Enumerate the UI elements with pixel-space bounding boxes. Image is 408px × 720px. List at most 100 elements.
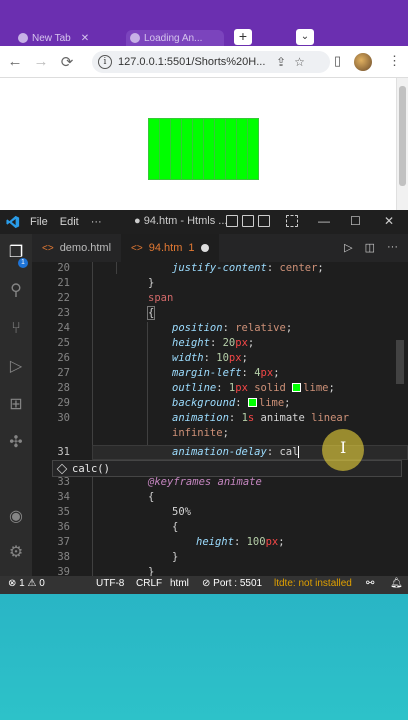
loading-bar — [181, 118, 193, 180]
vscode-titlebar: File Edit ··· ● 94.htm - Htmls ... — ☐ ✕ — [0, 210, 408, 234]
code-line: 33 @keyframes animate — [57, 476, 262, 488]
live-server-port[interactable]: ⊘ Port : 5501 — [202, 578, 262, 589]
page-viewport — [0, 78, 396, 210]
forward-button[interactable]: → — [30, 53, 52, 70]
search-icon[interactable]: ⚲ — [7, 282, 25, 300]
chrome-menu-icon[interactable]: ⋮ — [388, 53, 401, 69]
vscode-logo-icon — [6, 215, 20, 229]
share-icon[interactable]: ⇪ — [276, 55, 286, 69]
tab-94-htm[interactable]: <> 94.htm 1 — [121, 234, 219, 262]
code-line: 37 height: 100px; — [57, 536, 285, 548]
language-status[interactable]: html — [170, 578, 189, 589]
editor-tabs: <> demo.html <> 94.htm 1 ▷ ◫ ··· — [32, 234, 408, 262]
color-swatch[interactable] — [247, 398, 257, 407]
side-panel-icon[interactable]: ▯ — [334, 53, 341, 69]
notifications-bell-icon[interactable]: 🔔︎ — [390, 578, 403, 589]
html-file-icon: <> — [131, 242, 143, 254]
run-debug-icon[interactable]: ▷ — [7, 358, 25, 376]
tab-demo-html[interactable]: <> demo.html — [32, 234, 121, 262]
customize-layout-icon[interactable] — [286, 215, 298, 227]
extension-status[interactable]: ltdte: not installed — [274, 578, 352, 589]
reload-button[interactable]: ⟳ — [56, 53, 78, 71]
toggle-secondary-sidebar-icon[interactable] — [258, 215, 270, 227]
code-line: 35 50% — [57, 506, 191, 518]
extensions-icon[interactable]: ⊞ — [7, 396, 25, 414]
code-line: 39} — [57, 566, 155, 576]
profile-avatar[interactable] — [354, 53, 372, 71]
site-info-icon[interactable]: i — [98, 55, 112, 69]
tab-label: 94.htm — [148, 242, 183, 254]
code-line: 34{ — [57, 491, 155, 503]
code-line: 38} — [57, 551, 179, 563]
toggle-panel-icon[interactable] — [242, 215, 254, 227]
url-text[interactable]: 127.0.0.1:5501/Shorts%20H... — [118, 56, 268, 68]
tab-search-button[interactable]: ⌄ — [296, 29, 314, 45]
account-icon[interactable]: ◉ — [7, 508, 25, 526]
address-bar[interactable]: i 127.0.0.1:5501/Shorts%20H... ⇪ ☆ — [92, 51, 330, 73]
browser-tab-loading[interactable]: Loading An... — [126, 30, 224, 46]
loading-spinner-icon — [130, 33, 140, 43]
explorer-badge: 1 — [18, 258, 28, 268]
status-bar: ⊗ 1 ⚠ 0 UTF-8 CRLF html ⊘ Port : 5501 lt… — [0, 576, 408, 594]
bookmark-star-icon[interactable]: ☆ — [294, 55, 305, 69]
problems-status[interactable]: ⊗ 1 ⚠ 0 — [8, 578, 45, 589]
maximize-button[interactable]: ☐ — [350, 214, 361, 228]
source-control-icon[interactable]: ⑂ — [7, 320, 25, 338]
back-button[interactable]: ← — [4, 53, 26, 70]
menu-edit[interactable]: Edit — [60, 216, 79, 228]
loading-bar — [236, 118, 248, 180]
close-window-button[interactable]: ✕ — [384, 214, 394, 228]
code-line: 24 position: relative; — [57, 322, 293, 334]
tab-label: New Tab — [32, 32, 71, 44]
code-line: 21} — [57, 277, 155, 289]
menu-file[interactable]: File — [30, 216, 48, 228]
unsaved-dot-icon[interactable] — [200, 244, 209, 252]
color-swatch[interactable] — [292, 383, 302, 392]
loading-bar — [170, 118, 182, 180]
tab-label: Loading An... — [144, 32, 203, 44]
html-file-icon: <> — [42, 242, 54, 254]
code-line: 28 outline: 1px solid lime; — [57, 382, 335, 394]
code-line: 22 span — [57, 292, 174, 304]
settings-gear-icon[interactable]: ⚙ — [7, 544, 25, 562]
python-icon[interactable]: ✣ — [7, 434, 25, 452]
editor-scrollbar-thumb[interactable] — [396, 340, 404, 384]
feedback-icon[interactable]: ⚯ — [366, 578, 374, 589]
browser-tab-strip: New Tab ✕ Loading An... + ⌄ — [0, 28, 408, 46]
new-tab-button[interactable]: + — [234, 29, 252, 45]
minimize-button[interactable]: — — [318, 214, 330, 228]
code-line: 36{ — [57, 521, 179, 533]
loading-bar — [159, 118, 171, 180]
window-title: ● 94.htm - Htmls ... — [134, 215, 228, 227]
close-icon[interactable]: ✕ — [81, 33, 89, 44]
code-line: 29 background: lime; — [57, 397, 291, 409]
bottom-backdrop — [0, 594, 408, 720]
activity-bar: ❐ ⚲ ⑂ ▷ ⊞ ✣ ◉ ⚙ — [0, 234, 32, 576]
menu-more[interactable]: ··· — [91, 216, 102, 228]
eol-status[interactable]: CRLF — [136, 578, 162, 589]
loading-bar — [148, 118, 160, 180]
text-cursor-icon: I — [340, 438, 347, 457]
run-icon[interactable]: ▷ — [344, 241, 352, 254]
split-editor-icon[interactable]: ◫ — [365, 241, 375, 254]
code-editor[interactable]: 20 justify-content: center; 21} 22 span 23… — [32, 262, 408, 576]
loading-bar — [214, 118, 226, 180]
new-tab-favicon-icon — [18, 33, 28, 43]
top-band — [0, 0, 408, 28]
browser-tab-new-tab[interactable]: New Tab ✕ — [18, 30, 118, 46]
code-line: 27 margin-left: 4px; — [57, 367, 280, 379]
suggestion-label[interactable]: calc() — [72, 463, 110, 475]
more-actions-icon[interactable]: ··· — [387, 241, 398, 254]
code-line: 25 height: 20px; — [57, 337, 255, 349]
page-scrollbar[interactable] — [396, 78, 408, 210]
loading-bar — [192, 118, 204, 180]
code-line: 26 width: 10px; — [57, 352, 248, 364]
toggle-sidebar-icon[interactable] — [226, 215, 238, 227]
loading-bar — [225, 118, 237, 180]
scrollbar-thumb[interactable] — [399, 86, 406, 186]
encoding-status[interactable]: UTF-8 — [96, 578, 124, 589]
problem-count: 1 — [188, 242, 195, 254]
loading-bar — [247, 118, 259, 180]
tab-label: demo.html — [59, 242, 112, 254]
loading-bars — [148, 118, 259, 180]
